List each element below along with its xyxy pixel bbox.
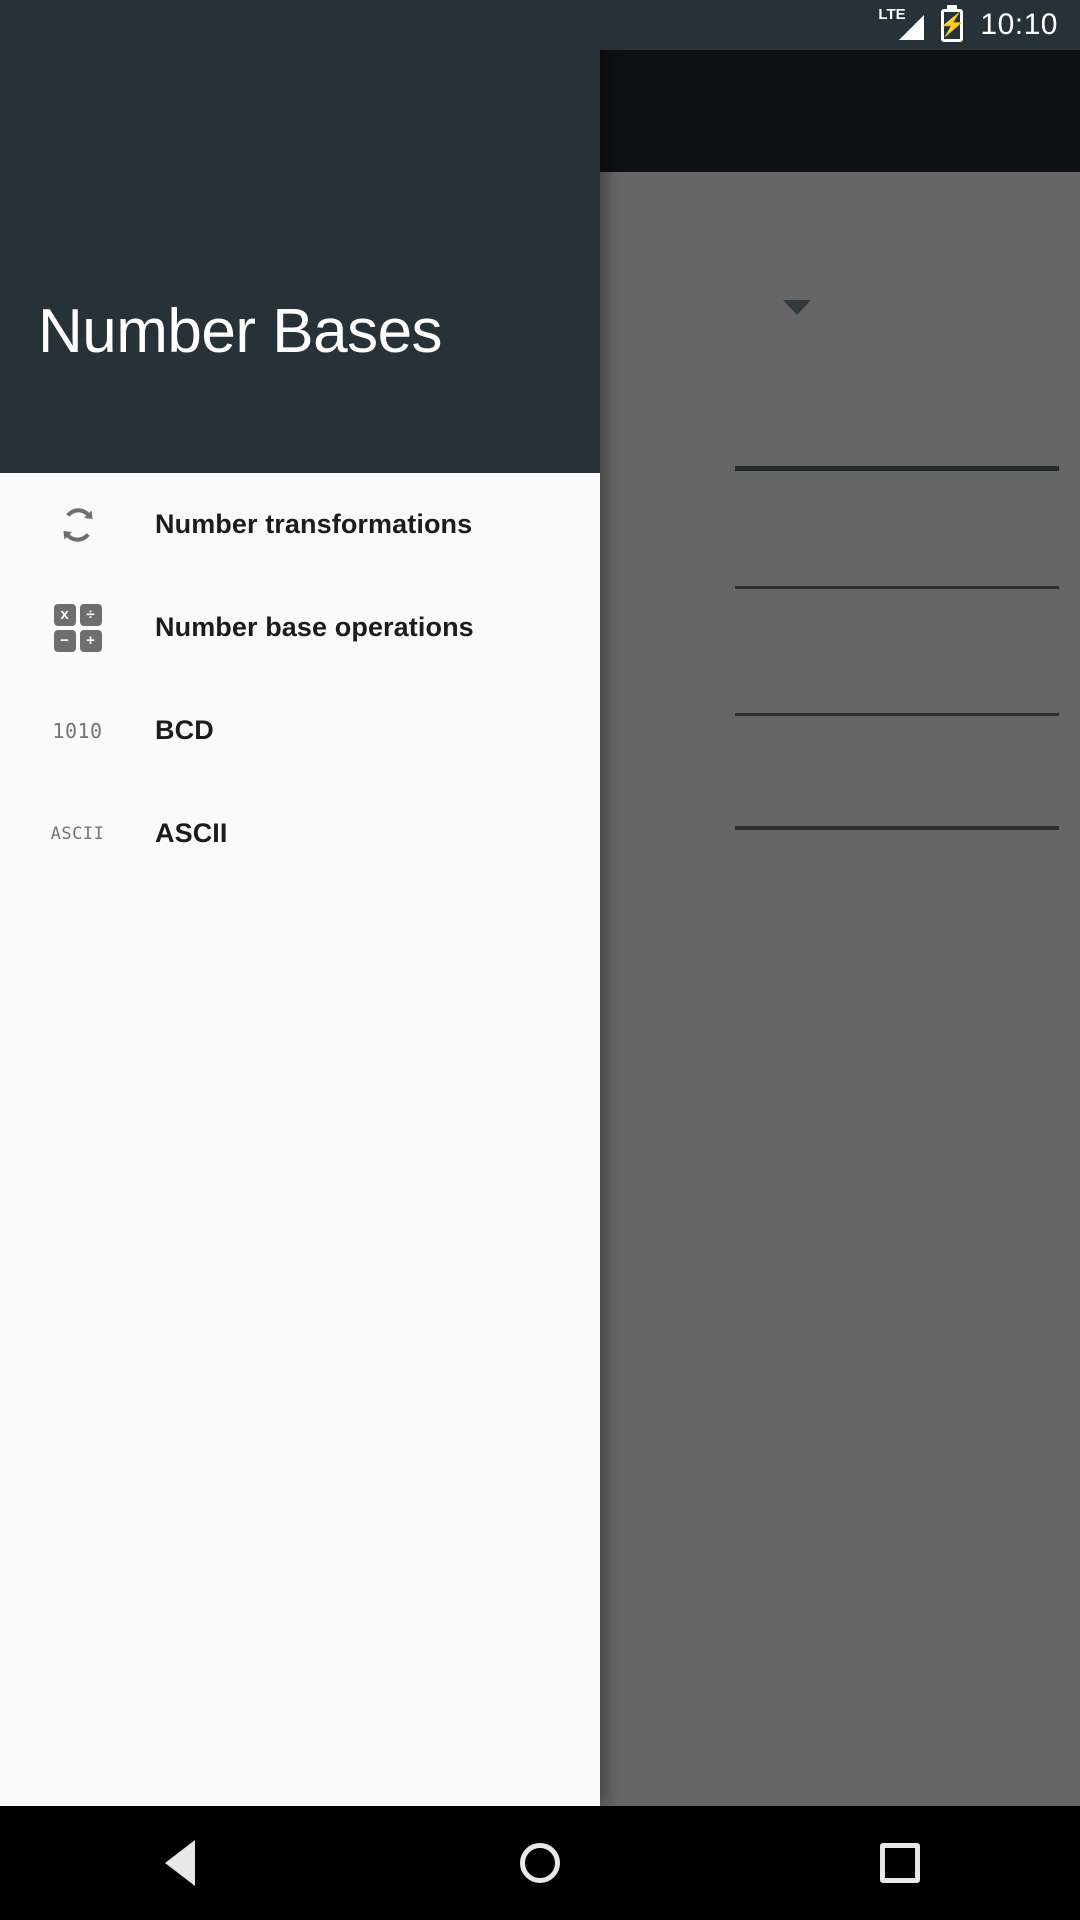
signal-bars-filled — [899, 15, 925, 40]
drawer-item-label: Number transformations — [155, 509, 473, 539]
drawer-menu-list: Number transformations x ÷ − + Number ba… — [0, 473, 600, 885]
divider-line — [735, 466, 1059, 471]
drawer-item-bcd[interactable]: 1010 BCD — [0, 679, 600, 782]
drawer-item-label: ASCII — [155, 818, 228, 848]
dropdown-caret-icon[interactable] — [783, 300, 811, 315]
drawer-header: Number Bases — [0, 0, 600, 473]
calculator-operations-icon: x ÷ − + — [0, 603, 155, 652]
drawer-item-number-base-operations[interactable]: x ÷ − + Number base operations — [0, 576, 600, 679]
drawer-item-label: BCD — [155, 715, 214, 745]
status-bar-clock: 10:10 — [980, 8, 1058, 41]
drawer-item-label: Number base operations — [155, 612, 474, 642]
navigation-drawer: Number Bases Number transformations x ÷ — [0, 0, 600, 1806]
drawer-item-ascii[interactable]: ASCII ASCII — [0, 782, 600, 885]
divider-line — [735, 713, 1059, 716]
ascii-text-icon: ASCII — [0, 824, 155, 844]
home-button[interactable] — [480, 1806, 600, 1920]
operation-key-plus: + — [79, 629, 102, 652]
binary-1010-icon-text: 1010 — [52, 718, 103, 743]
recents-button[interactable] — [840, 1806, 960, 1920]
back-triangle-icon — [165, 1840, 195, 1886]
binary-1010-icon: 1010 — [0, 719, 155, 743]
sync-arrows-icon — [0, 503, 155, 547]
battery-charging-icon: ⚡ — [938, 8, 967, 42]
operation-key-divide: ÷ — [79, 603, 102, 626]
operation-key-multiply: x — [53, 603, 76, 626]
home-circle-icon — [520, 1843, 560, 1883]
ascii-text-icon-text: ASCII — [50, 823, 105, 844]
signal-bars-icon: LTE — [878, 7, 925, 42]
recents-square-icon — [880, 1843, 920, 1883]
divider-line — [735, 586, 1059, 589]
android-navigation-bar — [0, 1806, 1080, 1920]
divider-line — [735, 826, 1059, 830]
drawer-item-number-transformations[interactable]: Number transformations — [0, 473, 600, 576]
back-button[interactable] — [120, 1806, 240, 1920]
charging-bolt-glyph: ⚡ — [938, 12, 967, 37]
status-bar-icons: LTE ⚡ 10:10 — [878, 7, 1058, 42]
drawer-title: Number Bases — [38, 297, 443, 366]
phone-screen: Number Bases Number transformations x ÷ — [0, 0, 1080, 1920]
operation-key-minus: − — [53, 629, 76, 652]
status-bar: LTE ⚡ 10:10 — [0, 0, 1080, 50]
